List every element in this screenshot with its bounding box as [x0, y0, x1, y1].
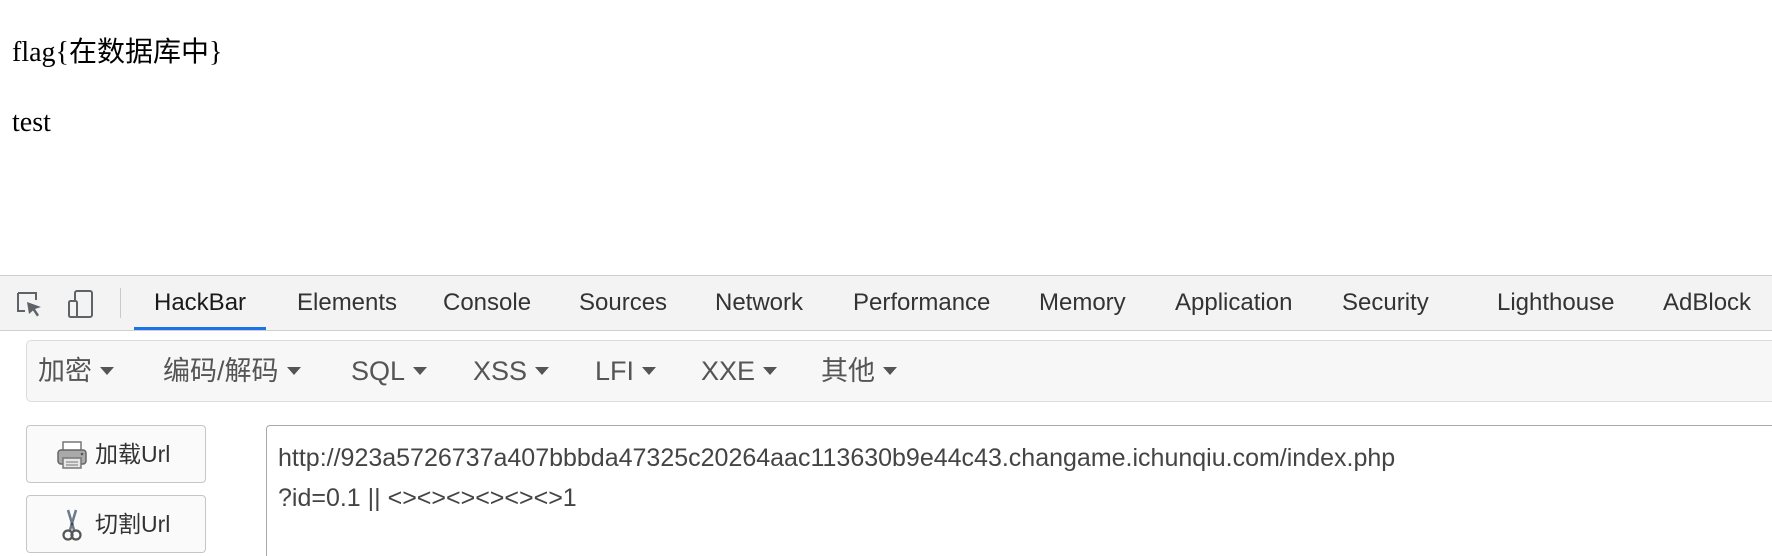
tab-network[interactable]: Network: [715, 276, 803, 330]
menu-other[interactable]: 其他: [821, 341, 897, 401]
tab-divider: [120, 288, 121, 318]
split-url-label: 切割Url: [95, 511, 171, 537]
url-line-2: ?id=0.1 || <><><><><><>1: [278, 484, 577, 512]
devtools-tab-bar: HackBar Elements Console Sources Network…: [0, 276, 1772, 331]
test-text: test: [12, 107, 51, 138]
page-content: flag{在数据库中} test: [0, 0, 1772, 275]
menu-sql-label: SQL: [351, 356, 406, 386]
url-textarea[interactable]: http://923a5726737a407bbbda47325c20264aa…: [266, 425, 1772, 556]
caret-down-icon: [100, 366, 114, 375]
printer-icon: [55, 438, 89, 472]
menu-other-label: 其他: [821, 356, 875, 386]
caret-down-icon: [413, 366, 428, 375]
url-line-1: http://923a5726737a407bbbda47325c20264aa…: [278, 444, 1396, 472]
tab-hackbar[interactable]: HackBar: [134, 276, 267, 330]
caret-down-icon: [535, 366, 550, 375]
menu-xxe[interactable]: XXE: [701, 341, 778, 401]
scissors-icon: [55, 508, 89, 542]
devtools-panel: HackBar Elements Console Sources Network…: [0, 275, 1772, 556]
menu-lfi-label: LFI: [595, 356, 635, 386]
menu-encrypt-label: 加密: [38, 356, 92, 386]
tab-lighthouse[interactable]: Lighthouse: [1497, 276, 1614, 330]
device-toolbar-icon[interactable]: [66, 289, 96, 319]
hackbar-menu-bar: 加密 编码/解码 SQL XSS LFI XXE 其他: [26, 340, 1772, 402]
menu-encode-decode-label: 编码/解码: [163, 356, 279, 386]
inspect-element-icon[interactable]: [14, 289, 44, 319]
tab-performance[interactable]: Performance: [853, 276, 990, 330]
tab-memory[interactable]: Memory: [1039, 276, 1126, 330]
menu-encrypt[interactable]: 加密: [38, 341, 114, 401]
caret-down-icon: [883, 366, 897, 375]
menu-encode-decode[interactable]: 编码/解码: [163, 341, 301, 401]
menu-sql[interactable]: SQL: [351, 341, 428, 401]
split-url-button[interactable]: 切割Url: [26, 495, 206, 553]
load-url-button[interactable]: 加载Url: [26, 425, 206, 483]
tab-security[interactable]: Security: [1342, 276, 1429, 330]
menu-xss-label: XSS: [473, 356, 528, 386]
tab-sources[interactable]: Sources: [579, 276, 667, 330]
tab-application[interactable]: Application: [1175, 276, 1292, 330]
tab-adblock[interactable]: AdBlock: [1663, 276, 1751, 330]
load-url-label: 加载Url: [95, 441, 171, 467]
flag-text: flag{在数据库中}: [12, 37, 223, 68]
menu-xss[interactable]: XSS: [473, 341, 550, 401]
menu-lfi[interactable]: LFI: [595, 341, 657, 401]
menu-xxe-label: XXE: [701, 356, 756, 386]
caret-down-icon: [642, 366, 657, 375]
tab-elements[interactable]: Elements: [297, 276, 397, 330]
tab-console[interactable]: Console: [443, 276, 531, 330]
caret-down-icon: [763, 366, 778, 375]
caret-down-icon: [286, 366, 301, 375]
